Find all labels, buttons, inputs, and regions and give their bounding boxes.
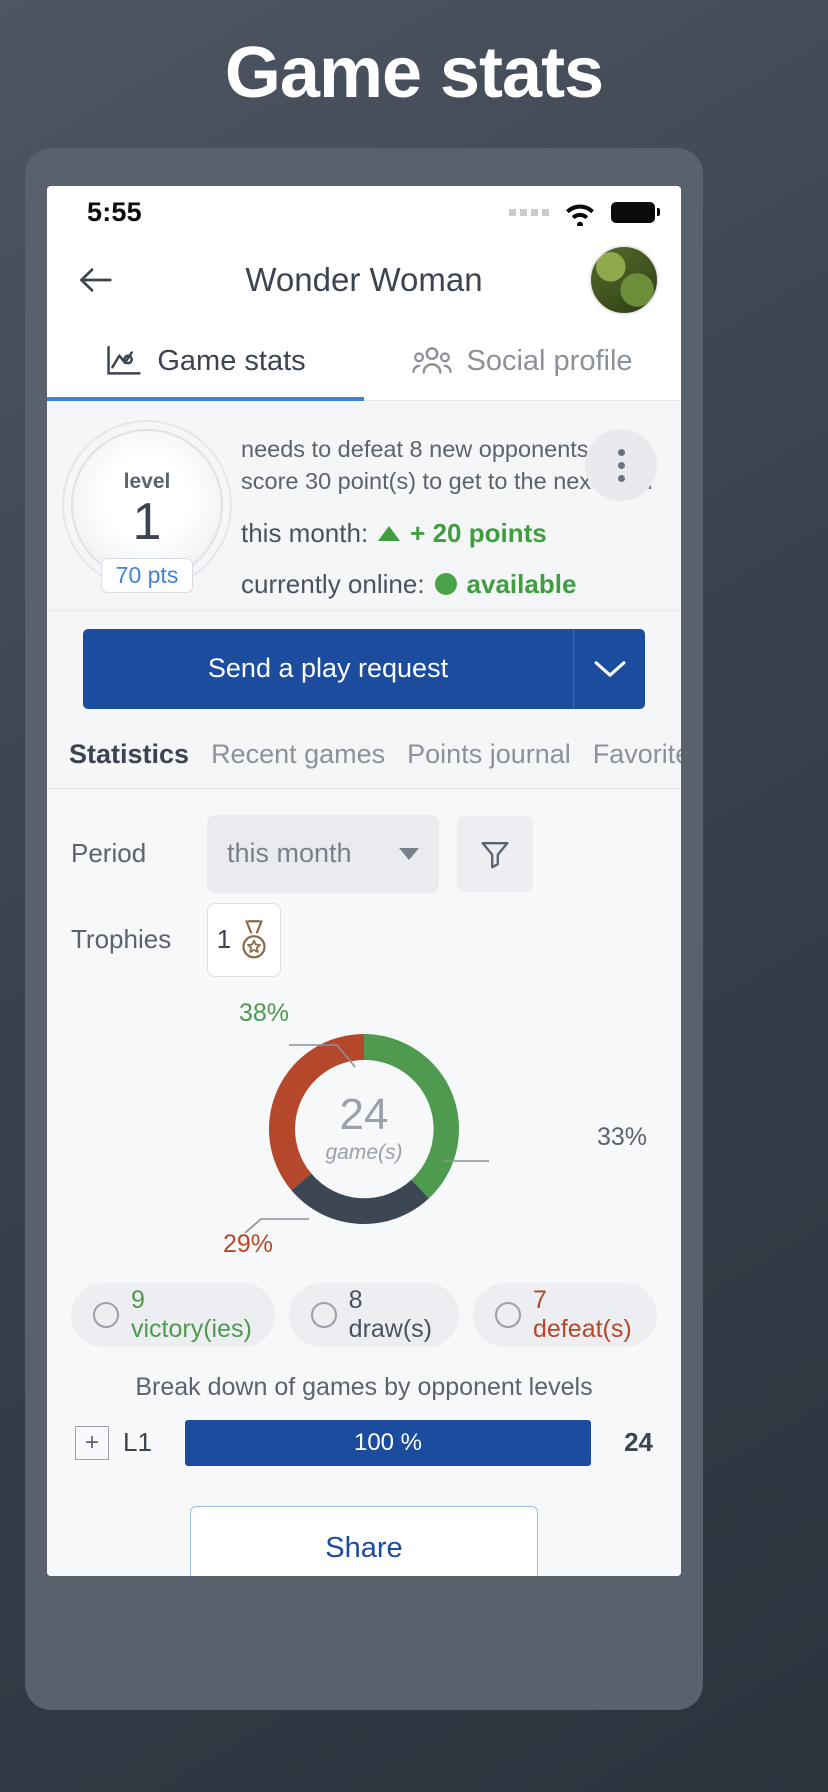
signal-dots-icon	[509, 208, 549, 216]
period-value: this month	[227, 838, 352, 869]
people-group-icon	[412, 347, 453, 374]
subtab-points-journal[interactable]: Points journal	[407, 739, 571, 770]
trophies-row: Trophies 1	[71, 902, 657, 977]
page-title: Game stats	[224, 33, 604, 113]
period-label: Period	[71, 838, 147, 869]
subtab-statistics[interactable]: Statistics	[69, 739, 189, 770]
status-dot-icon	[434, 573, 457, 596]
send-play-request-dropdown[interactable]	[573, 628, 645, 709]
radio-icon	[93, 1301, 119, 1328]
statistics-panel: Period this month Trophies 1 24 game(s) …	[47, 788, 681, 1576]
legend-victories-label: 9 victory(ies)	[131, 1285, 252, 1343]
trophies-count: 1	[216, 924, 232, 955]
legend-defeats[interactable]: 7 defeat(s)	[473, 1282, 657, 1347]
send-play-request-button[interactable]: Send a play request	[83, 628, 573, 709]
primary-tabs: Game stats Social profile	[47, 322, 681, 402]
legend-draws[interactable]: 8 draw(s)	[288, 1282, 460, 1347]
share-row: Share	[71, 1466, 657, 1576]
radio-icon	[310, 1301, 337, 1328]
period-row: Period this month	[71, 814, 657, 893]
tab-game-stats[interactable]: Game stats	[47, 322, 364, 400]
breakdown-row: + L1 100 % 24	[71, 1419, 657, 1466]
plus-box-icon[interactable]: +	[75, 1425, 109, 1460]
page-header-title: Wonder Woman	[245, 261, 483, 298]
funnel-icon	[481, 841, 509, 869]
subtab-recent-games[interactable]: Recent games	[211, 739, 385, 770]
online-status-label: currently online:	[241, 568, 425, 599]
donut-label-defeats: 29%	[223, 1229, 274, 1258]
month-points-row: this month: + 20 points	[241, 518, 657, 549]
tab-game-stats-label: Game stats	[157, 344, 306, 377]
level-word: level	[123, 470, 171, 493]
secondary-tabs: Statistics Recent games Points journal F…	[47, 734, 681, 789]
status-time: 5:55	[87, 196, 142, 227]
legend-victories[interactable]: 9 victory(ies)	[71, 1282, 275, 1347]
arrow-left-icon	[80, 268, 112, 292]
online-status-row: currently online: available	[241, 569, 657, 600]
kebab-menu-icon[interactable]	[585, 429, 657, 501]
breakdown-title: Break down of games by opponent levels	[135, 1372, 593, 1401]
phone-screen: 5:55 Wonder Woman Game stats Social prof…	[47, 186, 681, 1576]
app-header: Wonder Woman	[47, 238, 681, 322]
trophies-badge[interactable]: 1	[207, 902, 281, 977]
subtab-favorite-games[interactable]: Favorite ga	[593, 739, 681, 770]
share-button[interactable]: Share	[190, 1505, 538, 1576]
tab-social-profile[interactable]: Social profile	[364, 322, 681, 400]
triangle-up-icon	[378, 525, 401, 541]
chart-line-icon	[107, 345, 142, 375]
donut-label-draws: 33%	[596, 1122, 647, 1151]
legend-draws-label: 8 draw(s)	[348, 1285, 433, 1343]
status-icons	[509, 198, 660, 226]
filter-button[interactable]	[457, 815, 533, 892]
chevron-down-icon	[399, 847, 419, 860]
result-legend: 9 victory(ies) 8 draw(s) 7 defeat(s)	[71, 1282, 657, 1347]
phone-frame: 5:55 Wonder Woman Game stats Social prof…	[25, 148, 703, 1710]
radio-icon	[495, 1301, 522, 1328]
status-bar: 5:55	[47, 186, 681, 238]
period-select[interactable]: this month	[207, 814, 439, 893]
breakdown-bar-track: 100 %	[185, 1419, 591, 1466]
breakdown-bar-fill: 100 %	[185, 1419, 591, 1466]
online-status-value: available	[466, 568, 577, 599]
donut-svg	[244, 1033, 489, 1234]
month-points-value: + 20 points	[410, 517, 547, 548]
medal-icon	[242, 919, 266, 959]
battery-full-icon	[611, 201, 660, 223]
wifi-icon	[566, 204, 594, 226]
games-donut-chart: 24 game(s) 38% 33% 29%	[71, 993, 657, 1265]
level-number: 1	[132, 493, 162, 551]
donut-label-victories: 38%	[239, 998, 290, 1027]
avatar[interactable]	[589, 245, 659, 315]
back-button[interactable]	[73, 257, 119, 303]
trophies-label: Trophies	[71, 924, 172, 955]
breakdown-count: 24	[624, 1427, 653, 1458]
breakdown-level-label: L1	[123, 1427, 152, 1458]
legend-defeats-label: 7 defeat(s)	[533, 1285, 632, 1343]
cta-row: Send a play request	[47, 610, 681, 735]
chevron-down-icon	[594, 661, 625, 677]
profile-summary: level 1 70 pts needs to defeat 8 new opp…	[47, 401, 681, 611]
points-badge: 70 pts	[100, 558, 194, 593]
level-badge: level 1 70 pts	[71, 429, 223, 593]
tab-social-profile-label: Social profile	[466, 344, 633, 377]
month-points-label: this month:	[241, 517, 369, 548]
